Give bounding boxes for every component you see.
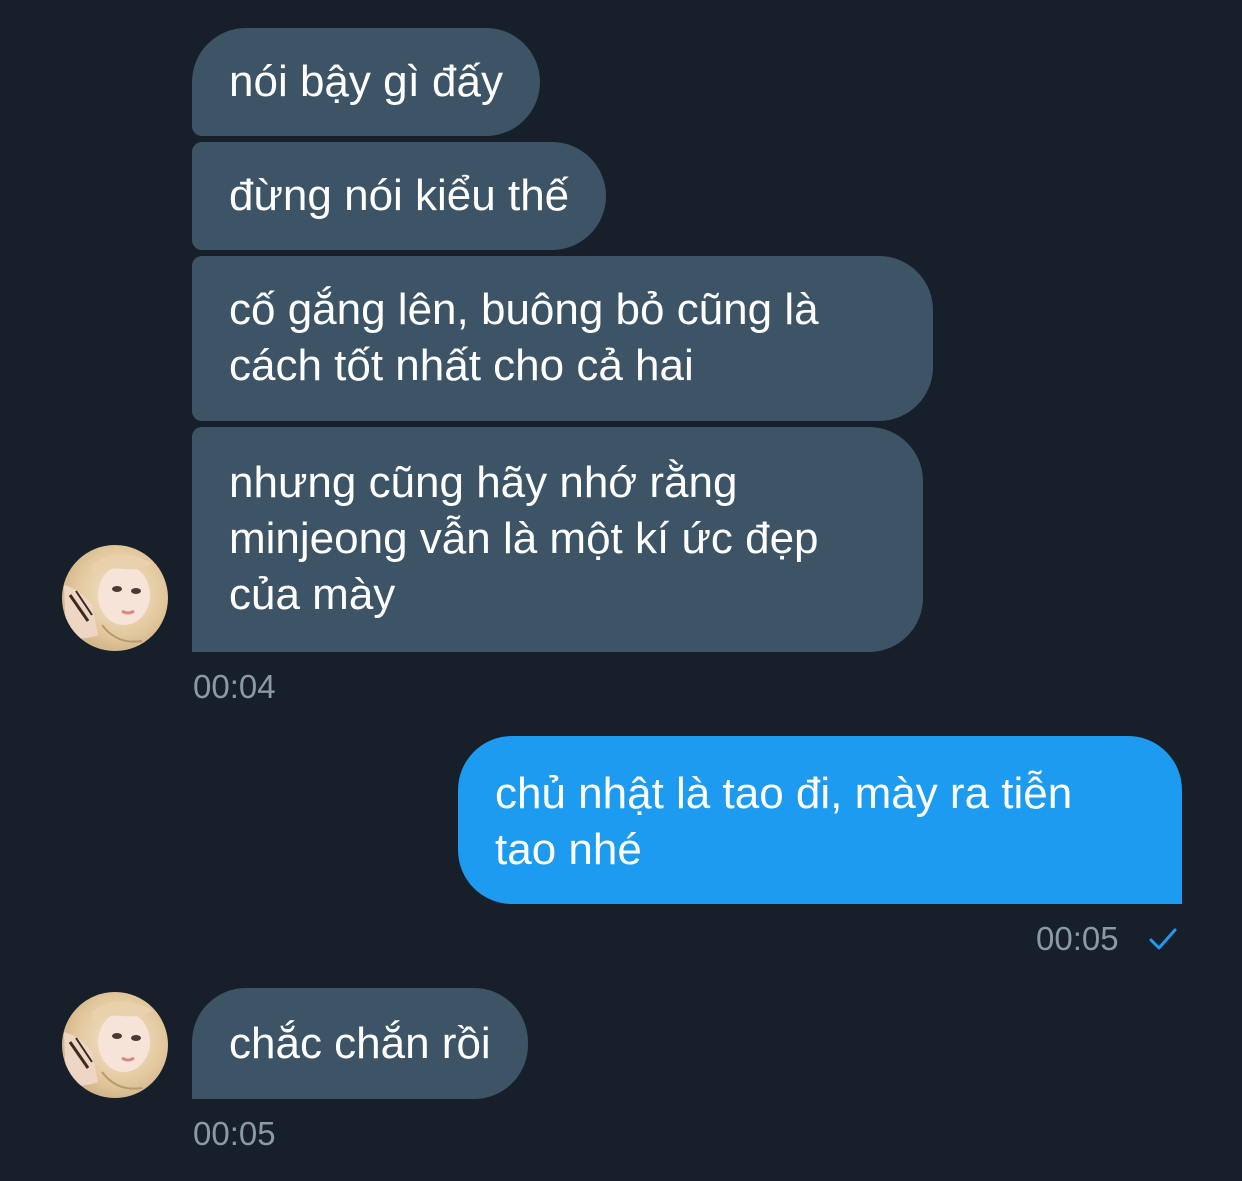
incoming-message[interactable]: chắc chắn rồi bbox=[192, 988, 528, 1099]
incoming-message[interactable]: nói bậy gì đấy bbox=[192, 28, 540, 136]
message-text: nhưng cũng hãy nhớ rằng bbox=[229, 458, 738, 507]
message-timestamp: 00:04 bbox=[193, 668, 276, 705]
message-text: minjeong vẫn là một kí ức đẹp bbox=[229, 514, 819, 563]
message-text: nói bậy gì đấy bbox=[229, 57, 503, 106]
user-avatar[interactable] bbox=[62, 545, 168, 651]
message-text: của mày bbox=[229, 570, 396, 619]
message-timestamp: 00:05 bbox=[1036, 920, 1119, 957]
checkmark-icon bbox=[1149, 928, 1177, 950]
incoming-message[interactable]: đừng nói kiểu thế bbox=[192, 142, 607, 250]
incoming-message[interactable]: nhưng cũng hãy nhớ rằng minjeong vẫn là … bbox=[192, 427, 923, 652]
message-text: chủ nhật là tao đi, mày ra tiễn bbox=[495, 769, 1073, 818]
message-text: tao nhé bbox=[495, 825, 642, 874]
avatar-image bbox=[62, 545, 168, 651]
incoming-message[interactable]: cố gắng lên, buông bỏ cũng là cách tốt n… bbox=[192, 256, 933, 421]
outgoing-message[interactable]: chủ nhật là tao đi, mày ra tiễn tao nhé bbox=[458, 736, 1182, 904]
message-text: cố gắng lên, buông bỏ cũng là bbox=[229, 285, 819, 334]
message-text: chắc chắn rồi bbox=[229, 1019, 491, 1068]
message-timestamp: 00:05 bbox=[193, 1115, 276, 1152]
user-avatar[interactable] bbox=[62, 992, 168, 1098]
message-text: cách tốt nhất cho cả hai bbox=[229, 341, 694, 390]
avatar-image bbox=[62, 992, 168, 1098]
message-text: đừng nói kiểu thế bbox=[229, 171, 570, 220]
